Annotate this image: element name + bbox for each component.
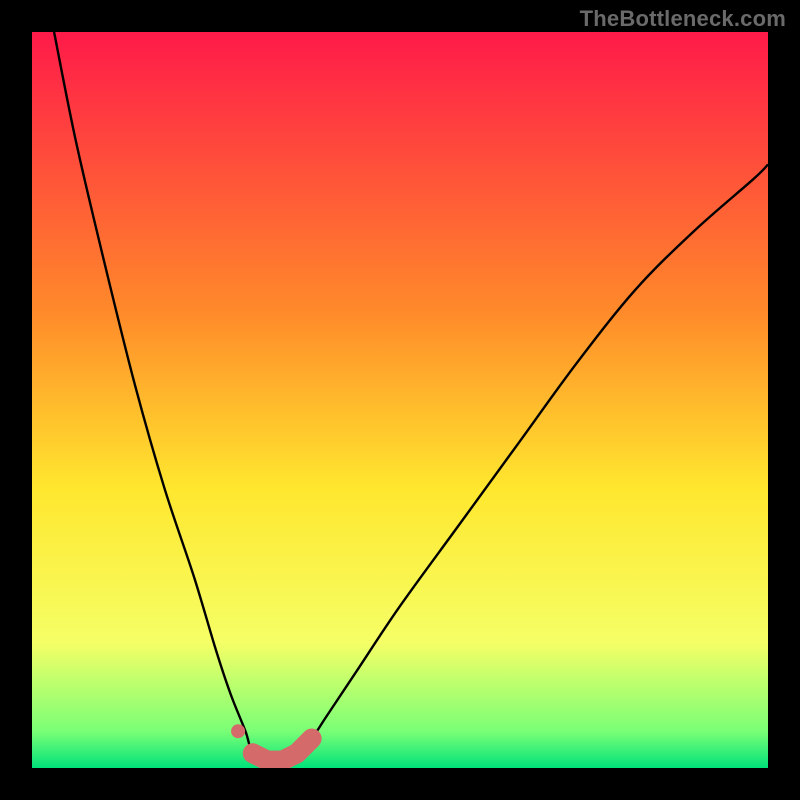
plot-svg	[32, 32, 768, 768]
gradient-background	[32, 32, 768, 768]
watermark-text: TheBottleneck.com	[580, 6, 786, 32]
min-lead-dot	[231, 724, 245, 738]
plot-area	[32, 32, 768, 768]
chart-frame: TheBottleneck.com	[0, 0, 800, 800]
